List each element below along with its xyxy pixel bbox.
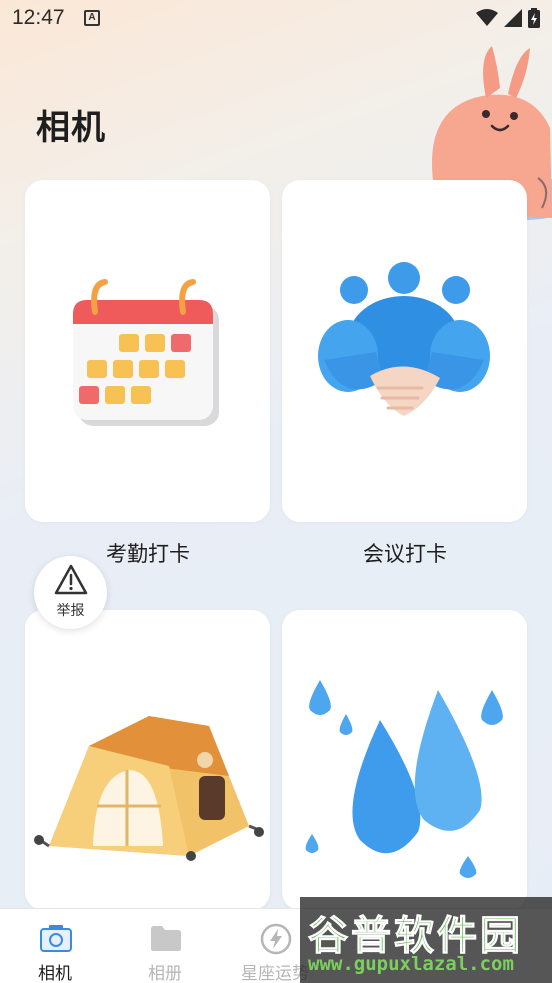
watermark-url: www.gupuxlazal.com: [308, 953, 514, 975]
folder-icon: [151, 926, 181, 951]
report-button[interactable]: 举报: [34, 556, 107, 629]
warning-triangle-icon: [54, 564, 88, 595]
calendar-3d-icon: [73, 279, 219, 426]
notification-icon: A: [84, 10, 100, 26]
meeting-card-label: 会议打卡: [363, 542, 447, 566]
report-label: 举报: [56, 603, 85, 619]
status-bar: 12:47 A: [0, 0, 552, 38]
attendance-card[interactable]: [25, 180, 270, 522]
nav-item-camera[interactable]: 相机: [0, 909, 110, 983]
page-title: 相机: [36, 108, 106, 148]
tent-3d-icon: [34, 716, 264, 861]
status-time: 12:47: [12, 6, 65, 29]
wifi-icon: [476, 9, 498, 26]
nav-item-album[interactable]: 相册: [110, 909, 220, 983]
status-icons: [476, 8, 540, 28]
water-drops-3d-icon: [305, 680, 503, 878]
camping-card[interactable]: [25, 610, 270, 910]
handshake-3d-icon: [318, 262, 490, 416]
meeting-card[interactable]: [282, 180, 527, 522]
nav-label-camera: 相机: [38, 964, 72, 983]
battery-icon: [528, 8, 540, 28]
weather-card[interactable]: [282, 610, 527, 910]
nav-label-album: 相册: [148, 964, 182, 983]
camera-icon: [40, 925, 72, 952]
watermark: 谷普软件园 www.gupuxlazal.com: [300, 897, 552, 983]
signal-icon: [504, 9, 522, 27]
lightning-icon: [260, 923, 292, 955]
